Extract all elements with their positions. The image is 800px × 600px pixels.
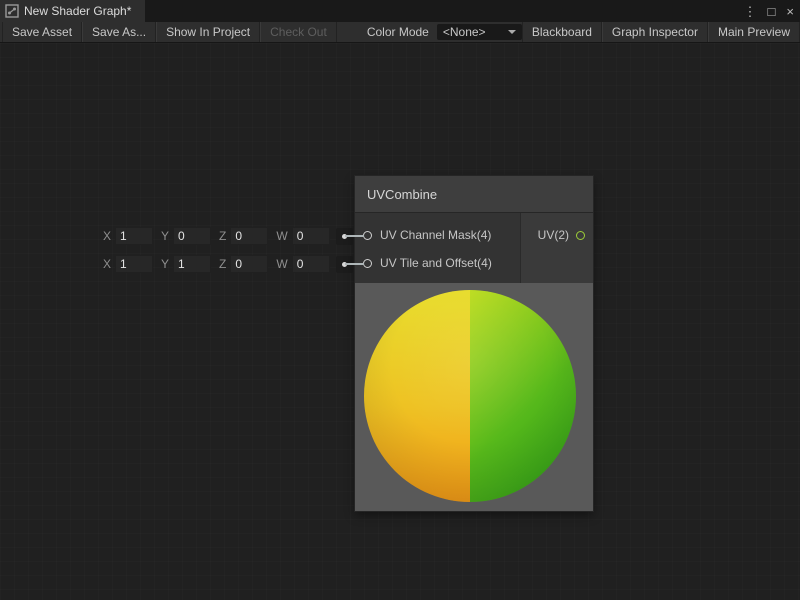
show-in-project-button[interactable]: Show In Project	[156, 22, 260, 42]
field-label-z: Z	[219, 229, 226, 243]
window-menu-icon[interactable]: ⋮	[744, 5, 757, 18]
node-inputs: UV Channel Mask(4) UV Tile and Offset(4)	[355, 213, 520, 283]
field-label-y: Y	[161, 229, 169, 243]
input-port-label: UV Tile and Offset(4)	[380, 256, 492, 270]
toolbar: Save Asset Save As... Show In Project Ch…	[0, 22, 800, 43]
input-port-icon[interactable]	[363, 231, 372, 240]
save-asset-button[interactable]: Save Asset	[2, 22, 82, 42]
field-label-w: W	[276, 257, 287, 271]
shader-graph-icon	[5, 4, 19, 18]
node-outputs: UV(2)	[520, 213, 593, 283]
preview-sphere	[364, 290, 576, 502]
chevron-down-icon	[508, 30, 516, 34]
color-mode-label: Color Mode	[337, 22, 437, 42]
graph-inspector-toggle-button[interactable]: Graph Inspector	[602, 22, 708, 42]
tab-title: New Shader Graph*	[24, 4, 131, 18]
vector2-x-field[interactable]	[115, 255, 153, 273]
vector1-y-field[interactable]	[173, 227, 211, 245]
vector2-y-field[interactable]	[173, 255, 211, 273]
input-port-row: UV Tile and Offset(4)	[355, 249, 520, 277]
field-label-z: Z	[219, 257, 226, 271]
node-title-bar[interactable]: UVCombine	[355, 176, 593, 213]
sphere-shading	[364, 290, 576, 502]
vector1-z-field[interactable]	[230, 227, 268, 245]
check-out-button[interactable]: Check Out	[260, 22, 337, 42]
vector1-x-field[interactable]	[115, 227, 153, 245]
window-controls: ⋮ □ ×	[744, 0, 794, 22]
node-preview	[355, 283, 593, 511]
graph-canvas[interactable]: X Y Z W X Y Z W UVCombine	[0, 43, 800, 600]
input-port-label: UV Channel Mask(4)	[380, 228, 491, 242]
vector1-w-field[interactable]	[292, 227, 330, 245]
edge-uv-channel-mask[interactable]	[345, 235, 364, 237]
main-preview-toggle-button[interactable]: Main Preview	[708, 22, 800, 42]
tab-new-shader-graph[interactable]: New Shader Graph*	[0, 0, 145, 22]
maximize-icon[interactable]: □	[768, 5, 776, 18]
node-title: UVCombine	[367, 187, 437, 202]
input-port-icon[interactable]	[363, 259, 372, 268]
field-label-w: W	[276, 229, 287, 243]
vector4-input-row-2: X Y Z W	[103, 254, 353, 274]
vector2-z-field[interactable]	[230, 255, 268, 273]
close-icon[interactable]: ×	[786, 5, 794, 18]
blackboard-toggle-button[interactable]: Blackboard	[522, 22, 602, 42]
tab-bar: New Shader Graph* ⋮ □ ×	[0, 0, 800, 22]
output-port-label: UV(2)	[538, 228, 569, 242]
color-mode-value: <None>	[443, 25, 486, 39]
output-port-row: UV(2)	[521, 221, 593, 249]
field-label-x: X	[103, 257, 111, 271]
edge-uv-tile-offset[interactable]	[345, 263, 364, 265]
input-port-row: UV Channel Mask(4)	[355, 221, 520, 249]
uvcombine-node[interactable]: UVCombine UV Channel Mask(4) UV Tile and…	[355, 176, 593, 511]
vector4-input-row-1: X Y Z W	[103, 226, 353, 246]
node-port-area: UV Channel Mask(4) UV Tile and Offset(4)…	[355, 213, 593, 283]
field-label-x: X	[103, 229, 111, 243]
shader-graph-window: New Shader Graph* ⋮ □ × Save Asset Save …	[0, 0, 800, 600]
save-as-button[interactable]: Save As...	[82, 22, 156, 42]
field-label-y: Y	[161, 257, 169, 271]
color-mode-dropdown[interactable]: <None>	[437, 24, 522, 40]
output-port-icon[interactable]	[576, 231, 585, 240]
vector2-w-field[interactable]	[292, 255, 330, 273]
